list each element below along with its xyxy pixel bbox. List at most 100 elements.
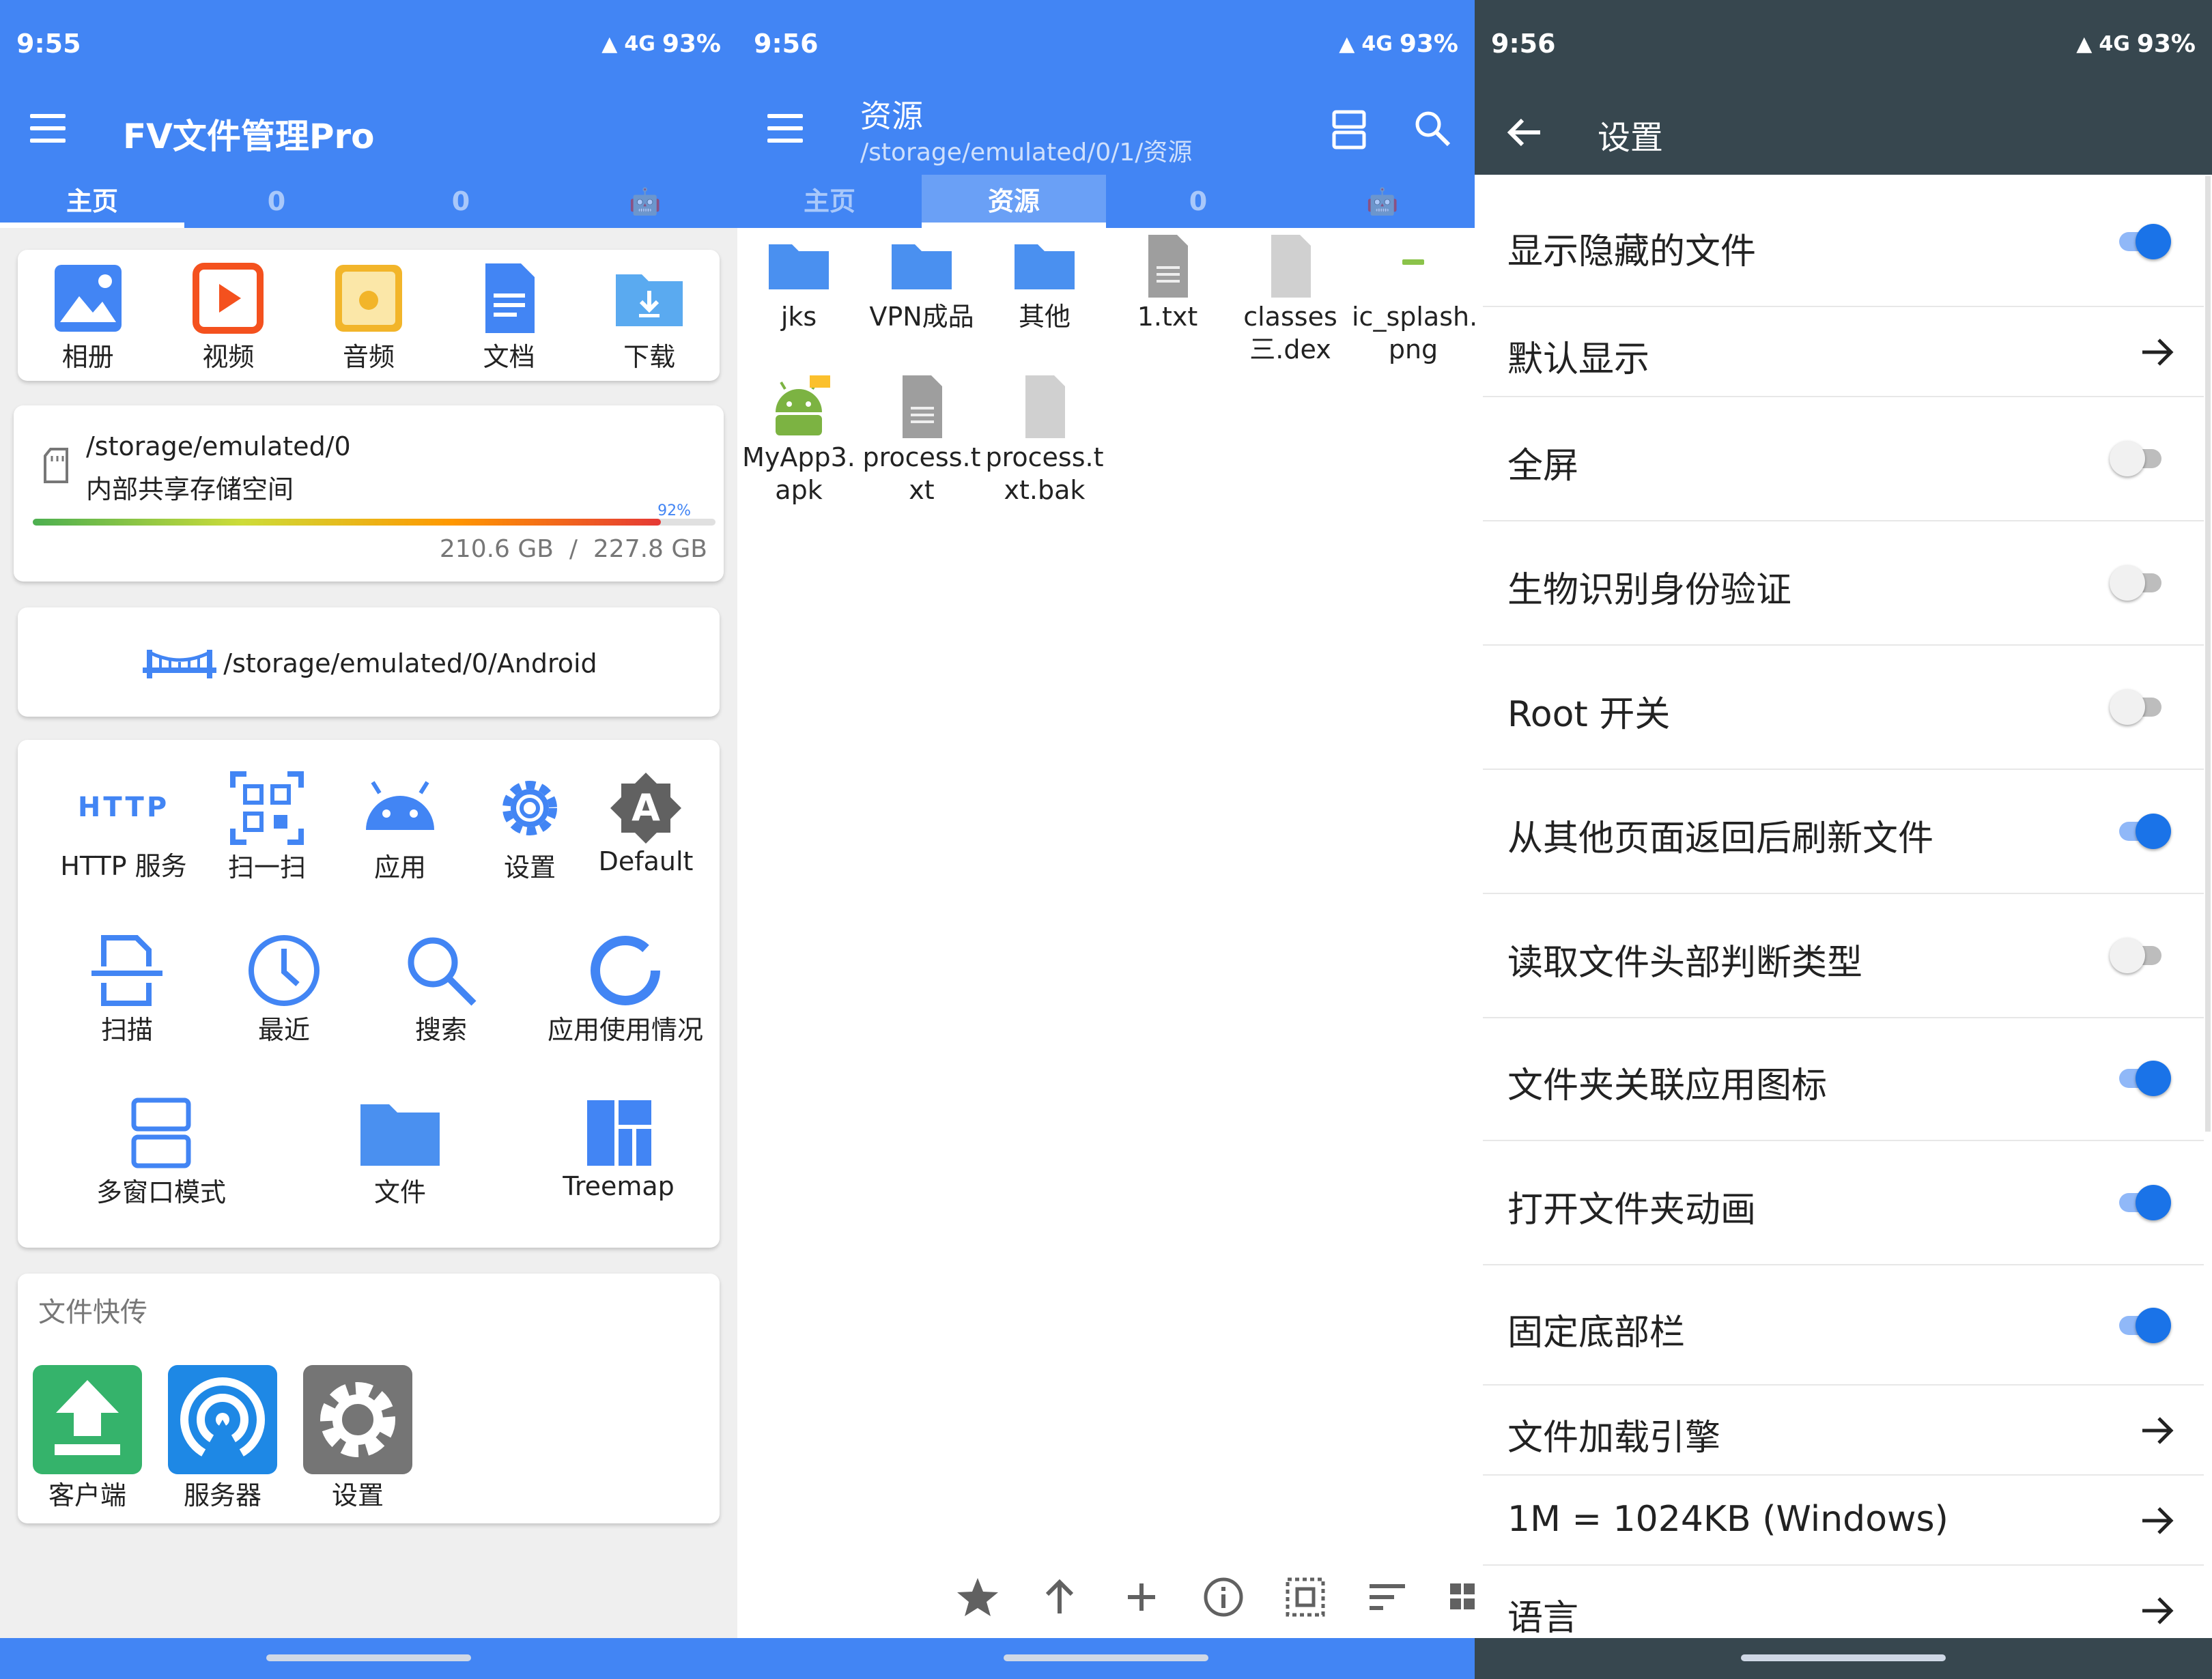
tab-resources[interactable]: 资源 [922, 175, 1106, 228]
setting-toggle[interactable] [2119, 1061, 2171, 1096]
transfer-client[interactable]: 客户端 [33, 1365, 142, 1512]
setting-label: 默认显示 [1507, 339, 1650, 380]
tab-home[interactable]: 主页 [737, 175, 922, 228]
setting-toggle[interactable] [2119, 1185, 2171, 1220]
tab-android[interactable]: 🤖 [1290, 175, 1475, 228]
info-icon[interactable] [1202, 1575, 1245, 1619]
gear-icon [303, 1365, 412, 1474]
tab-1[interactable]: 0 [184, 175, 369, 228]
apk-icon [776, 375, 830, 435]
network-type: 4G [1361, 32, 1393, 56]
back-arrow-icon[interactable] [1505, 113, 1543, 152]
setting-toggle[interactable] [2110, 565, 2161, 601]
file-item[interactable]: jks [737, 232, 860, 333]
file-item[interactable]: process.t xt.bak [983, 373, 1106, 506]
tab-2[interactable]: 0 [369, 175, 553, 228]
app-bar: 设置 [1475, 90, 2212, 175]
gallery-icon [54, 265, 122, 332]
setting-folder-animation[interactable]: 打开文件夹动画 [1483, 1141, 2204, 1265]
tool-label: 最近 [257, 1015, 310, 1045]
nav-bar [0, 1638, 737, 1679]
search-icon[interactable] [1413, 109, 1451, 147]
setting-toggle[interactable] [2119, 814, 2171, 849]
setting-label: 读取文件头部判断类型 [1507, 943, 1863, 984]
setting-load-engine[interactable]: 文件加载引擎 [1483, 1386, 2204, 1476]
tool-scan[interactable]: 扫描 [45, 932, 209, 1046]
tools-card: HTTP HTTP 服务 扫一扫 应用 设置 A Default 扫描 最近 搜… [18, 740, 720, 1248]
broadcast-icon [168, 1365, 277, 1474]
setting-default-view[interactable]: 默认显示 [1483, 307, 2204, 397]
category-download[interactable]: 下载 [588, 261, 711, 373]
star-icon[interactable] [956, 1575, 999, 1619]
storage-card[interactable]: /storage/emulated/0 内部共享存储空间 92% 210.6 G… [14, 405, 724, 582]
home-gesture-pill[interactable] [1004, 1654, 1208, 1661]
tab-android[interactable]: 🤖 [553, 175, 737, 228]
setting-language[interactable]: 语言 [1483, 1566, 2204, 1639]
up-arrow-icon[interactable] [1038, 1575, 1081, 1619]
file-icon [1271, 235, 1311, 298]
tool-search[interactable]: 搜索 [359, 932, 523, 1046]
category-audio[interactable]: 音频 [307, 261, 430, 373]
file-item[interactable]: VPN成品 [860, 232, 983, 333]
file-item[interactable]: 其他 [983, 232, 1106, 333]
tab-home[interactable]: 主页 [0, 175, 184, 228]
setting-show-hidden[interactable]: 显示隐藏的文件 [1483, 176, 2204, 307]
app-bar: 资源 /storage/emulated/0/1/资源 [737, 90, 1475, 175]
menu-icon[interactable] [30, 114, 66, 145]
file-item[interactable]: MyApp3. apk [737, 373, 860, 506]
tab-bar: 主页 资源 0 🤖 [737, 175, 1475, 228]
folder-icon [769, 244, 829, 289]
file-item[interactable]: ic_splash. png [1352, 232, 1475, 366]
tool-multi-window[interactable]: 多窗口模式 [52, 1095, 270, 1209]
home-gesture-pill[interactable] [266, 1654, 471, 1661]
transfer-server[interactable]: 服务器 [168, 1365, 277, 1512]
tool-recent[interactable]: 最近 [202, 932, 366, 1046]
setting-fixed-bottom-bar[interactable]: 固定底部栏 [1483, 1265, 2204, 1386]
file-name: process.t xt.bak [985, 442, 1104, 505]
tool-label: 搜索 [414, 1015, 467, 1045]
file-item[interactable]: process.t xt [860, 373, 983, 506]
file-item[interactable]: classes 三.dex [1229, 232, 1352, 366]
setting-root[interactable]: Root 开关 [1483, 646, 2204, 770]
setting-refresh-on-return[interactable]: 从其他页面返回后刷新文件 [1483, 770, 2204, 894]
setting-toggle[interactable] [2110, 441, 2161, 476]
setting-biometric[interactable]: 生物识别身份验证 [1483, 521, 2204, 646]
split-view-icon[interactable] [1331, 109, 1367, 150]
transfer-settings[interactable]: 设置 [303, 1365, 412, 1512]
setting-folder-app-icon[interactable]: 文件夹关联应用图标 [1483, 1018, 2204, 1141]
sort-icon[interactable] [1365, 1575, 1409, 1619]
menu-icon[interactable] [767, 114, 803, 145]
home-gesture-pill[interactable] [1741, 1654, 1946, 1661]
setting-label: 生物识别身份验证 [1507, 570, 1792, 611]
status-icons: ▲ 4G 93% [1339, 30, 1458, 58]
setting-toggle[interactable] [2110, 938, 2161, 973]
setting-toggle[interactable] [2119, 224, 2171, 259]
category-video[interactable]: 视频 [167, 261, 289, 373]
tool-apps[interactable]: 应用 [325, 770, 475, 884]
setting-toggle[interactable] [2110, 689, 2161, 725]
android-icon [366, 781, 434, 830]
category-document[interactable]: 文档 [448, 261, 571, 373]
setting-toggle[interactable] [2119, 1308, 2171, 1343]
scrollbar[interactable] [2205, 176, 2211, 1132]
storage-path: /storage/emulated/0 [86, 431, 351, 461]
arrow-right-icon [2142, 1597, 2174, 1624]
tool-label: Treemap [563, 1171, 675, 1201]
grid-view-icon[interactable] [1447, 1575, 1475, 1619]
category-card: 相册 视频 音频 文档 下载 [18, 250, 720, 381]
tool-treemap[interactable]: Treemap [523, 1095, 714, 1201]
status-icons: ▲ 4G 93% [2076, 30, 2196, 58]
tab-1[interactable]: 0 [1106, 175, 1290, 228]
setting-size-unit[interactable]: 1M = 1024KB (Windows) [1483, 1476, 2204, 1566]
scanner-icon [91, 935, 162, 1006]
setting-read-header[interactable]: 读取文件头部判断类型 [1483, 894, 2204, 1018]
tool-app-usage[interactable]: 应用使用情况 [523, 932, 728, 1046]
file-item[interactable]: 1.txt [1106, 232, 1229, 333]
setting-fullscreen[interactable]: 全屏 [1483, 397, 2204, 521]
android-path-card[interactable]: /storage/emulated/0/Android [18, 607, 720, 717]
tool-default[interactable]: A Default [578, 770, 714, 876]
select-all-icon[interactable] [1284, 1575, 1327, 1619]
tool-files[interactable]: 文件 [304, 1095, 496, 1209]
category-gallery[interactable]: 相册 [27, 261, 150, 373]
add-icon[interactable] [1120, 1575, 1163, 1619]
